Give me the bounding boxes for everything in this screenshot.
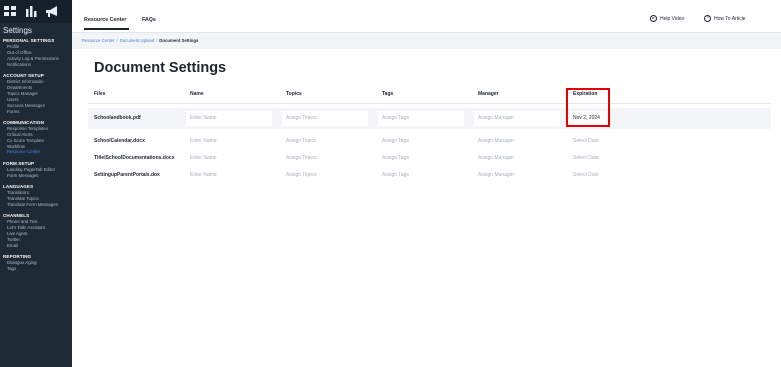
column-header-files: Files: [94, 91, 106, 97]
breadcrumb-resource-center[interactable]: Resource Center: [82, 38, 114, 43]
name-input[interactable]: Enter Name: [190, 115, 217, 121]
tab-faqs[interactable]: FAQs: [142, 17, 156, 23]
tags-selector[interactable]: Assign Tags: [382, 115, 409, 121]
help-video-link[interactable]: ▸ Help Video: [650, 15, 684, 22]
name-input[interactable]: Enter Name: [190, 172, 217, 178]
name-input[interactable]: Enter Name: [190, 155, 217, 161]
sidebar-section: FORM SETUP Landing Page/Tab Editor Form Me…: [0, 161, 72, 179]
topics-selector[interactable]: Assign Topics: [286, 155, 316, 161]
column-header-manager: Manager: [478, 91, 499, 97]
sidebar-title: Settings: [3, 26, 32, 35]
file-name[interactable]: SchoolCalendar.docx: [94, 138, 145, 144]
question-circle-icon: ?: [704, 15, 711, 22]
file-name[interactable]: Schoolandbook.pdf: [94, 115, 141, 121]
sidebar-section: REPORTING Dialogue Aging Tags: [0, 254, 72, 272]
sidebar-section: CHANNELS Phone and Text Let's Talk! Assist…: [0, 213, 72, 248]
topics-selector[interactable]: Assign Topics: [286, 138, 316, 144]
how-to-article-link[interactable]: ? How To Article: [704, 15, 746, 22]
column-header-tags: Tags: [382, 91, 394, 97]
sidebar-section: PERSONAL SETTINGS Profile Out of Office Act…: [0, 38, 72, 68]
sidebar-section: ACCOUNT SETUP District Information Departm…: [0, 73, 72, 114]
expiration-date-picker[interactable]: Select Date: [573, 138, 599, 144]
sidebar: Settings PERSONAL SETTINGS Profile Out of …: [0, 0, 72, 367]
topics-selector[interactable]: Assign Topics: [286, 115, 316, 121]
megaphone-icon[interactable]: [46, 6, 59, 17]
tags-selector[interactable]: Assign Tags: [382, 155, 409, 161]
page-title: Document Settings: [94, 60, 227, 76]
grid-icon[interactable]: [4, 6, 16, 17]
topics-selector[interactable]: Assign Topics: [286, 172, 316, 178]
active-tab-indicator: [84, 28, 129, 30]
sidebar-item[interactable]: Tags: [3, 266, 72, 272]
how-to-article-label: How To Article: [714, 15, 746, 22]
sidebar-sections: PERSONAL SETTINGS Profile Out of Office Act…: [0, 38, 72, 272]
manager-selector[interactable]: Assign Manager: [478, 172, 514, 178]
sidebar-top-icons: [0, 0, 72, 23]
tags-selector[interactable]: Assign Tags: [382, 172, 409, 178]
play-circle-icon: ▸: [650, 15, 657, 22]
expiration-date-picker[interactable]: Select Date: [573, 172, 599, 178]
help-video-label: Help Video: [660, 15, 685, 22]
breadcrumb: Resource Center / Document Upload / Document…: [82, 38, 198, 43]
sidebar-section: COMMUNICATION Response Templates Critical …: [0, 120, 72, 155]
expiration-date-picker[interactable]: Select Date: [573, 155, 599, 161]
expiration-highlight-box: [566, 88, 610, 127]
header: Resource Center FAQs ▸ Help Video ? How …: [72, 0, 781, 33]
tags-selector[interactable]: Assign Tags: [382, 138, 409, 144]
sidebar-section: LANGUAGES Translators Translate Topics Tran…: [0, 184, 72, 208]
tab-resource-center[interactable]: Resource Center: [84, 17, 126, 23]
manager-selector[interactable]: Assign Manager: [478, 155, 514, 161]
breadcrumb-current: Document Settings: [159, 38, 199, 43]
manager-selector[interactable]: Assign Manager: [478, 138, 514, 144]
column-header-topics: Topics: [286, 91, 302, 97]
breadcrumb-bar: Resource Center / Document Upload / Document…: [72, 33, 781, 49]
bar-chart-icon[interactable]: [25, 6, 37, 17]
name-input[interactable]: Enter Name: [190, 138, 217, 144]
file-name[interactable]: SettingupParentPortals.dox: [94, 172, 160, 178]
column-header-name: Name: [190, 91, 204, 97]
breadcrumb-document-upload[interactable]: Document Upload: [120, 38, 154, 43]
file-name[interactable]: TitleISchoolDocumentations.docx: [94, 155, 174, 161]
table-header-divider: [88, 103, 771, 104]
manager-selector[interactable]: Assign Manager: [478, 115, 514, 121]
